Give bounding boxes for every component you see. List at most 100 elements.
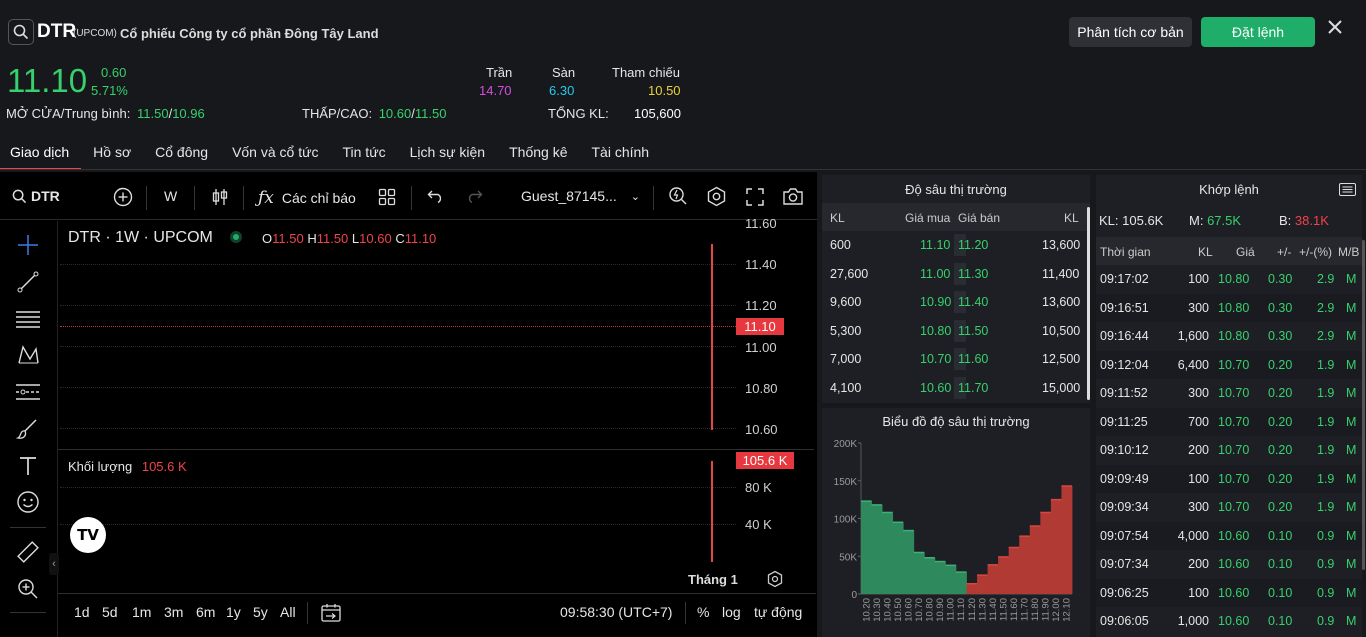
trade-row: 09:17:02 100 10.80 0.30 2.9 M xyxy=(1096,265,1362,294)
volume-tick: 80 K xyxy=(745,480,772,495)
depth-x-tick: 11.00 xyxy=(946,598,957,621)
tab-statistics[interactable]: Thống kê xyxy=(497,138,579,170)
tab-events[interactable]: Lịch sự kiện xyxy=(398,138,498,170)
pattern-tool[interactable] xyxy=(14,341,42,369)
range-1y[interactable]: 1y xyxy=(226,604,253,620)
tab-finance[interactable]: Tài chính xyxy=(579,138,661,170)
trade-row: 09:11:25 700 10.70 0.20 1.9 M xyxy=(1096,407,1362,436)
lightning-search-icon xyxy=(669,187,687,205)
ask-price[interactable]: 11.70 xyxy=(958,381,988,395)
depth-row[interactable]: 5,300 10.80 11.50 10,500 xyxy=(822,317,1090,345)
trade-volume: 700 xyxy=(1188,414,1209,429)
bid-price[interactable]: 11.00 xyxy=(920,267,950,281)
fib-tool[interactable] xyxy=(14,305,42,333)
tab-shareholders[interactable]: Cổ đông xyxy=(143,138,220,170)
ask-depth-step xyxy=(998,556,1010,594)
ask-volume: 15,000 xyxy=(1042,380,1081,395)
trade-price: 10.70 xyxy=(1218,443,1250,457)
ask-price[interactable]: 11.30 xyxy=(958,267,988,281)
interval-button[interactable]: W xyxy=(164,188,177,204)
analysis-button[interactable]: Phân tích cơ bản xyxy=(1069,17,1192,47)
collapse-toolbar-button[interactable]: ‹ xyxy=(49,553,59,575)
ask-price[interactable]: 11.60 xyxy=(958,352,988,366)
depth-chart[interactable]: 200K 150K 100K 50K 0 10.20 10.30 10.40 10.50 10.6… xyxy=(822,432,1090,637)
trade-time: 09:12:04 xyxy=(1100,357,1149,372)
depth-row[interactable]: 7,000 10.70 11.60 12,500 xyxy=(822,345,1090,373)
ask-price[interactable]: 11.40 xyxy=(958,295,988,309)
trade-change: 0.30 xyxy=(1268,300,1293,315)
tab-capital-dividend[interactable]: Vốn và cổ tức xyxy=(220,138,330,170)
depth-row[interactable]: 27,600 11.00 11.30 11,400 xyxy=(822,260,1090,288)
trades-menu-button[interactable] xyxy=(1339,183,1356,199)
redo-button[interactable] xyxy=(466,189,483,203)
user-layout-dropdown[interactable]: Guest_87145... ⌄ xyxy=(521,188,640,204)
avg-price: 10.96 xyxy=(172,106,205,121)
depth-row[interactable]: 4,100 10.60 11.70 15,000 xyxy=(822,374,1090,402)
log-scale-toggle[interactable]: log xyxy=(722,604,741,620)
search-button[interactable] xyxy=(8,19,34,45)
price-pane[interactable] xyxy=(60,221,736,449)
percent-scale-toggle[interactable]: % xyxy=(697,604,709,620)
trade-side: M xyxy=(1346,386,1357,400)
ask-depth-step xyxy=(1019,536,1031,594)
range-5y[interactable]: 5y xyxy=(253,604,280,620)
bid-price[interactable]: 10.70 xyxy=(920,352,951,366)
tradingview-logo[interactable]: TV xyxy=(70,517,106,553)
fullscreen-button[interactable] xyxy=(746,188,764,206)
depth-row[interactable]: 600 11.10 11.20 13,600 xyxy=(822,231,1090,259)
bid-depth-step xyxy=(955,572,967,594)
chart-type-button[interactable] xyxy=(211,187,229,207)
lowhigh-label: THẤP/CAO: xyxy=(302,106,373,121)
low-price: 10.60 xyxy=(378,106,412,121)
order-button[interactable]: Đặt lệnh xyxy=(1201,17,1315,47)
auto-scale-toggle[interactable]: tự động xyxy=(754,604,802,620)
bid-price[interactable]: 11.10 xyxy=(920,238,950,252)
trendline-tool[interactable] xyxy=(14,268,42,296)
range-6m[interactable]: 6m xyxy=(196,604,226,620)
ask-price[interactable]: 11.20 xyxy=(958,238,988,252)
close-button[interactable] xyxy=(1326,18,1346,38)
indicators-button[interactable]: ƒx Các chỉ báo xyxy=(258,188,356,208)
total-volume-label: TỔNG KL: xyxy=(548,106,609,121)
layouts-button[interactable] xyxy=(378,188,396,206)
tab-trading[interactable]: Giao dịch xyxy=(0,138,82,170)
tab-profile[interactable]: Hồ sơ xyxy=(81,138,143,170)
compare-button[interactable] xyxy=(113,187,133,207)
trade-price: 10.70 xyxy=(1218,500,1250,514)
crosshair-tool[interactable] xyxy=(14,231,42,259)
bid-price[interactable]: 10.80 xyxy=(920,324,951,338)
trade-change: 0.20 xyxy=(1268,471,1293,486)
depth-row[interactable]: 9,600 10.90 11.40 13,600 xyxy=(822,288,1090,316)
ask-price[interactable]: 11.50 xyxy=(958,324,988,338)
snapshot-button[interactable] xyxy=(782,187,804,206)
range-1d[interactable]: 1d xyxy=(74,604,102,620)
emoji-tool[interactable] xyxy=(14,488,42,516)
chart-symbol-search[interactable]: DTR xyxy=(12,188,60,204)
quick-search-button[interactable] xyxy=(668,186,688,206)
symbol: DTR xyxy=(37,21,77,42)
undo-button[interactable] xyxy=(427,189,444,203)
range-3m[interactable]: 3m xyxy=(164,604,196,620)
text-tool[interactable] xyxy=(14,452,42,480)
goto-date-button[interactable] xyxy=(320,603,342,626)
brush-tool[interactable] xyxy=(14,415,42,443)
settings-button[interactable] xyxy=(706,186,727,207)
range-5d[interactable]: 5d xyxy=(102,604,132,620)
range-divider xyxy=(685,602,686,624)
trade-row: 09:09:49 100 10.70 0.20 1.9 M xyxy=(1096,464,1362,493)
function-icon: ƒx xyxy=(258,188,274,208)
depth-x-tick: 10.60 xyxy=(903,598,914,622)
depth-scrollbar[interactable] xyxy=(1087,207,1090,400)
ask-volume: 13,600 xyxy=(1042,238,1081,252)
time-axis-settings[interactable] xyxy=(766,570,784,591)
range-all[interactable]: All xyxy=(280,604,296,620)
bid-depth-step xyxy=(913,552,925,594)
prediction-tool[interactable] xyxy=(14,378,42,406)
tab-news[interactable]: Tin tức xyxy=(330,138,397,170)
zoom-tool[interactable] xyxy=(14,575,42,603)
bid-price[interactable]: 10.60 xyxy=(920,381,951,395)
trades-scrollbar[interactable] xyxy=(1362,240,1365,570)
bid-price[interactable]: 10.90 xyxy=(920,295,951,309)
range-1m[interactable]: 1m xyxy=(132,604,164,620)
measure-tool[interactable] xyxy=(14,538,42,566)
